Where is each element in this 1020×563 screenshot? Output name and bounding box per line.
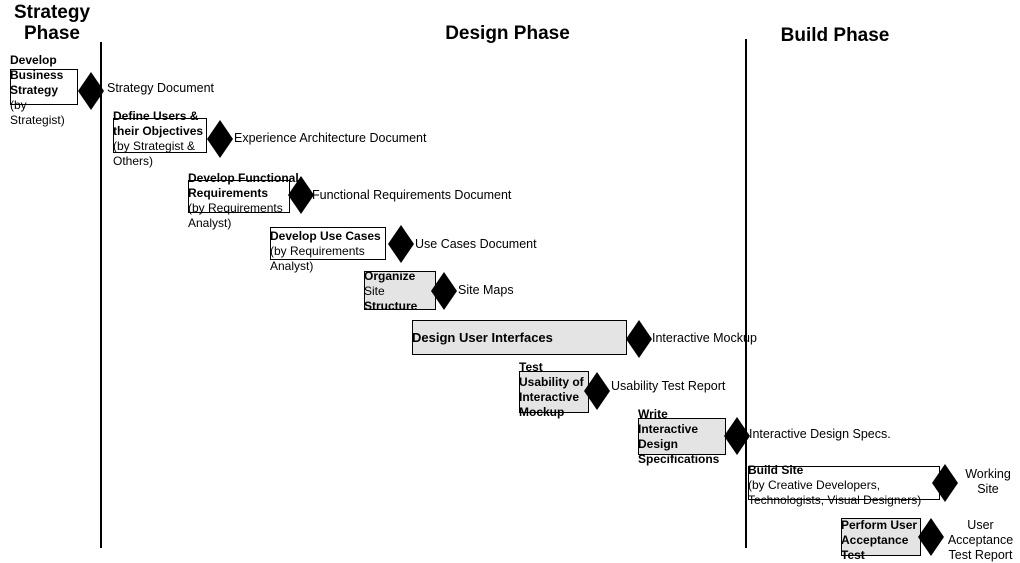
- task-box[interactable]: [10, 69, 78, 105]
- phase-title-design: Design Phase: [445, 23, 570, 44]
- milestone-label-use-cases-document: Use Cases Document: [415, 237, 537, 251]
- phase-title-build: Build Phase: [780, 25, 890, 46]
- milestone-label-experience-architecture-document: Experience Architecture Document: [234, 131, 427, 145]
- milestone-label-working-site: Working Site: [965, 467, 1011, 496]
- task-box[interactable]: [188, 180, 290, 213]
- milestone-label-functional-requirements-document: Functional Requirements Document: [312, 188, 512, 202]
- milestone-label-interactive-mockup: Interactive Mockup: [652, 331, 757, 345]
- milestone-label-user-acceptance-test-report: User Acceptance Test Report: [947, 518, 1014, 562]
- task-box[interactable]: [638, 418, 726, 455]
- task-box[interactable]: [364, 271, 436, 310]
- milestone-label-interactive-design-specs: Interactive Design Specs.: [749, 427, 891, 441]
- task-box[interactable]: [748, 466, 940, 500]
- task-box[interactable]: [270, 227, 386, 260]
- milestone-label-strategy-document: Strategy Document: [107, 81, 214, 95]
- task-box[interactable]: [519, 371, 589, 413]
- task-box[interactable]: [412, 320, 627, 355]
- task-box[interactable]: [841, 518, 921, 556]
- process-diagram-canvas: Strategy Phase Design Phase Build Phase …: [0, 0, 1020, 562]
- milestone-label-site-maps: Site Maps: [458, 283, 514, 297]
- phase-title-strategy: Strategy Phase: [13, 2, 91, 44]
- phase-divider-strategy-design: [100, 42, 102, 548]
- phase-divider-design-build: [745, 39, 747, 548]
- milestone-label-usability-test-report: Usability Test Report: [611, 379, 726, 393]
- task-box[interactable]: [113, 118, 207, 153]
